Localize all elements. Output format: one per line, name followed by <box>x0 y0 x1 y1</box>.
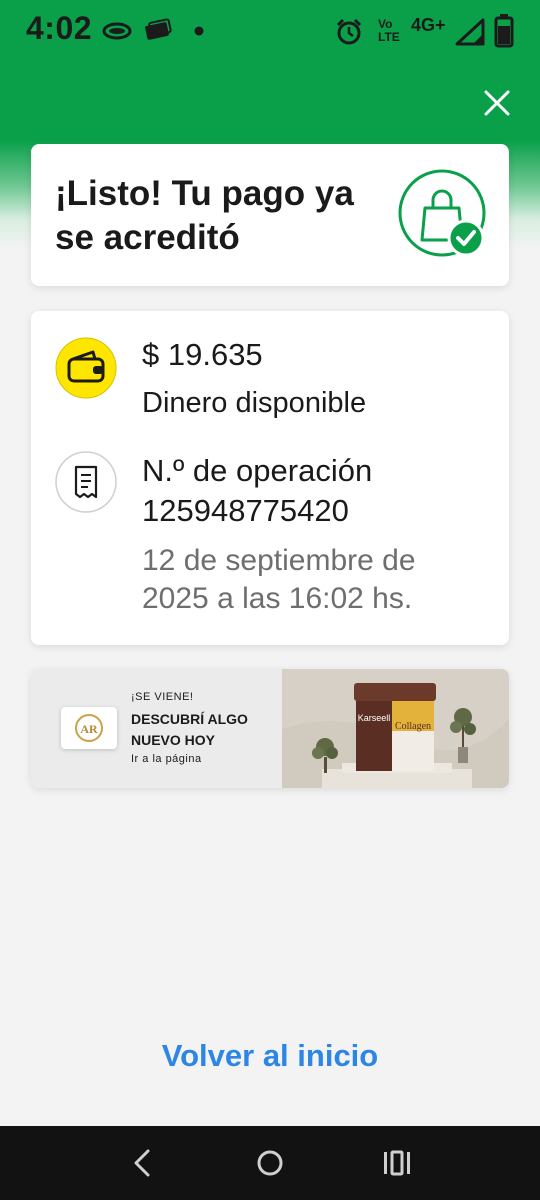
money-icon <box>145 18 172 40</box>
product-name: Collagen <box>395 721 431 732</box>
battery-icon <box>494 14 514 48</box>
back-home-link[interactable]: Volver al inicio <box>0 1038 540 1074</box>
status-time: 4:02 <box>26 10 93 46</box>
eye-icon <box>102 22 132 40</box>
product-illustration: Karseell Collagen <box>282 669 509 788</box>
signal-icon <box>455 18 485 46</box>
brand-logo-text: AR <box>80 722 98 736</box>
network-type: 4G+ <box>411 15 446 35</box>
collagen-jar: Karseell Collagen <box>354 683 436 771</box>
amount-label: Dinero disponible <box>142 387 367 419</box>
operation-label: N.º de operación <box>142 453 373 488</box>
promo-banner[interactable]: AR ¡SE VIENE! DESCUBRÍ ALGO NUEVO HOY Ir… <box>31 669 509 788</box>
banner-kicker: ¡SE VIENE! <box>131 691 194 703</box>
banner-text-panel: AR ¡SE VIENE! DESCUBRÍ ALGO NUEVO HOY Ir… <box>31 669 282 788</box>
notification-dot-icon <box>194 26 204 36</box>
receipt-icon <box>55 451 117 513</box>
success-title: ¡Listo! Tu pago ya se acreditó <box>55 174 354 257</box>
payment-detail-card: $ 19.635 Dinero disponible N.º de operac… <box>31 311 509 645</box>
product-brand: Karseell <box>358 713 391 723</box>
navigation-bar <box>0 1126 540 1200</box>
alarm-icon <box>336 18 362 45</box>
success-card: ¡Listo! Tu pago ya se acreditó <box>31 144 509 286</box>
wallet-icon <box>55 337 117 399</box>
volte-line-2: LTE <box>378 30 400 44</box>
home-icon[interactable] <box>255 1148 285 1178</box>
status-bar: 4:02 Vo LTE 4G+ <box>0 0 540 62</box>
brand-logo: AR <box>61 707 117 749</box>
operation-date: 12 de septiembre de 2025 a las 16:02 hs. <box>142 544 416 615</box>
banner-headline: DESCUBRÍ ALGO NUEVO HOY <box>131 711 248 748</box>
recents-icon[interactable] <box>382 1149 412 1177</box>
volte-indicator: Vo LTE <box>378 18 400 44</box>
close-icon[interactable] <box>478 84 516 122</box>
banner-product-image: Karseell Collagen <box>282 669 509 788</box>
shopping-bag-check-icon <box>398 169 486 257</box>
banner-link[interactable]: Ir a la página <box>131 753 202 765</box>
back-icon[interactable] <box>128 1148 156 1178</box>
amount: $ 19.635 <box>142 337 263 372</box>
operation-number: 125948775420 <box>142 493 349 528</box>
